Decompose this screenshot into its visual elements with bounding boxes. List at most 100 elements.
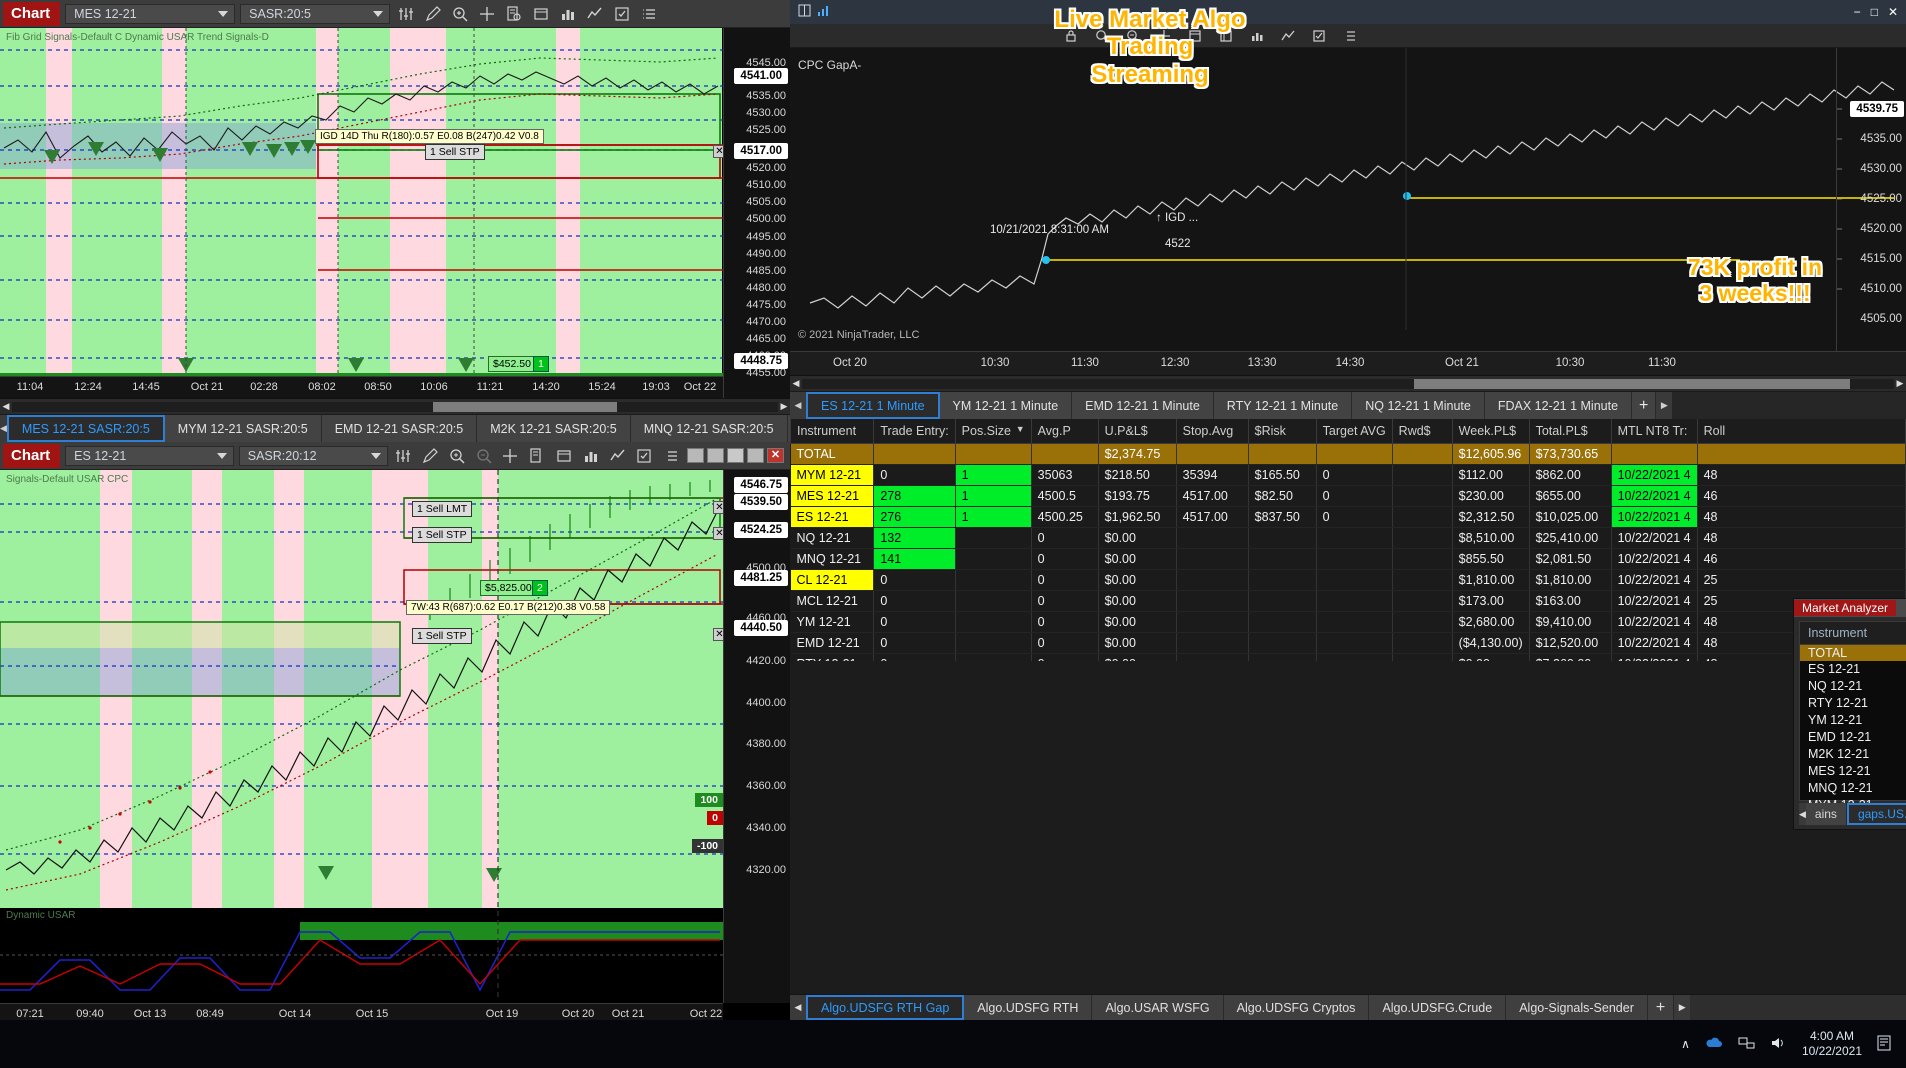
- strategies-icon[interactable]: [607, 445, 629, 467]
- table-row[interactable]: MES 12-21 278 1 4500.5 $193.75 4517.00 $82.50 0…: [790, 485, 1906, 507]
- col-rwd[interactable]: Rwd$: [1391, 419, 1453, 444]
- table-row[interactable]: MYM 12-21 0 1 35063 $218.50 35394 $165.50 0 $112…: [790, 464, 1906, 486]
- properties-icon[interactable]: [633, 445, 655, 467]
- table-row[interactable]: EMD 12-21 0 0 $0.00 ($4,130.00) $12,520.00 10/…: [790, 632, 1906, 654]
- time-axis-top[interactable]: 11:04 12:24 14:45 Oct 21 02:28 08:02 08:…: [0, 376, 723, 398]
- col-trade-entry[interactable]: Trade Entry:: [873, 419, 956, 444]
- indicators-icon[interactable]: [580, 445, 602, 467]
- ws-tab-udsfg-cryptos[interactable]: Algo.UDSFG Cryptos: [1223, 995, 1370, 1020]
- list-item[interactable]: M2K 12-21- IGU ✓: [1800, 746, 1906, 763]
- nt-chart-hscrollbar[interactable]: ◀ ▶: [790, 375, 1906, 391]
- scroll-thumb[interactable]: [1413, 378, 1851, 389]
- signal-icon[interactable]: [817, 4, 830, 20]
- chart-tab-emd[interactable]: EMD 12-21 SASR:20:5: [321, 415, 478, 442]
- col-total-pl[interactable]: Total.PL$: [1528, 419, 1612, 444]
- list-item[interactable]: ES 12-21- IGD ✓: [1800, 661, 1906, 678]
- col-upl[interactable]: U.P&L$: [1097, 419, 1177, 444]
- tabs-scroll-left-icon[interactable]: ◀: [0, 415, 7, 442]
- properties-icon[interactable]: [1308, 25, 1330, 47]
- col-avg-p[interactable]: Avg.P: [1030, 419, 1099, 444]
- ma-col-instrument[interactable]: Instrument ▲: [1800, 622, 1906, 644]
- nt-tab-fdax[interactable]: FDAX 12-21 1 Minute: [1484, 392, 1633, 419]
- order-label-sell-lmt[interactable]: 1 Sell LMT: [412, 501, 473, 517]
- ws-tab-udsfg-rth-gap[interactable]: Algo.UDSFG RTH Gap: [806, 995, 965, 1020]
- volume-icon[interactable]: [1770, 1036, 1788, 1053]
- table-row[interactable]: YM 12-21 0 0 $0.00 $2,680.00 $9,410.00 10/22/2…: [790, 611, 1906, 633]
- drawing-tools-icon[interactable]: [422, 3, 444, 25]
- network-icon[interactable]: [1738, 1036, 1756, 1053]
- ws-tab-udsfg-rth[interactable]: Algo.UDSFG RTH: [964, 995, 1093, 1020]
- tabs-scroll-right-icon[interactable]: ▶: [1656, 392, 1673, 419]
- add-nt-tab-button[interactable]: +: [1632, 392, 1657, 419]
- close-icon[interactable]: ✕: [1888, 5, 1898, 19]
- col-mtl[interactable]: MTL NT8 Tr:: [1610, 419, 1698, 444]
- col-stop-avg[interactable]: Stop.Avg: [1175, 419, 1249, 444]
- restore-button[interactable]: [687, 448, 704, 463]
- table-row[interactable]: ES 12-21 276 1 4500.25 $1,962.50 4517.00 $837.…: [790, 506, 1906, 528]
- nt-time-axis[interactable]: Oct 20 10:30 11:30 12:30 13:30 14:30 Oct…: [790, 351, 1906, 375]
- list-item[interactable]: NQ 12-21- IGD ✓: [1800, 678, 1906, 695]
- list-item[interactable]: RTY 12-21- IGU ✓: [1800, 695, 1906, 712]
- scroll-right-icon[interactable]: ▶: [1894, 378, 1906, 389]
- list-item[interactable]: EMD 12-21- IGD ✓: [1800, 729, 1906, 746]
- data-series-icon[interactable]: [393, 445, 415, 467]
- order-label-sell-stp-2[interactable]: 1 Sell STP: [412, 628, 472, 644]
- zoom-in-icon[interactable]: [449, 3, 471, 25]
- nt-tab-ym[interactable]: YM 12-21 1 Minute: [939, 392, 1073, 419]
- list-item[interactable]: MNQ 12-21- IGD ✓: [1800, 780, 1906, 797]
- nt-tab-nq[interactable]: NQ 12-21 1 Minute: [1352, 392, 1485, 419]
- list-item[interactable]: TOTAL: [1800, 645, 1906, 661]
- show-hidden-icons-icon[interactable]: ∧: [1681, 1037, 1690, 1051]
- grid-icon[interactable]: [798, 4, 811, 20]
- table-row[interactable]: CL 12-21 0 0 $0.00 $1,810.00 $1,810.00 10/22/2…: [790, 569, 1906, 591]
- nt-tab-es[interactable]: ES 12-21 1 Minute: [806, 392, 940, 419]
- close-button[interactable]: ✕: [767, 448, 784, 463]
- nt-chart-canvas[interactable]: CPC GapA- ↑ IGD ... 10/21/2021 8:31:00 A…: [790, 48, 1906, 375]
- market-analyzer-window[interactable]: Market Analyzer ✕ Instrument ▲ MTL Gap: [1793, 598, 1906, 830]
- minimize-icon[interactable]: −: [1854, 5, 1861, 19]
- interval-selector-bottom[interactable]: SASR:20:12: [238, 445, 388, 466]
- col-week-pl[interactable]: Week.PL$: [1451, 419, 1530, 444]
- instrument-selector-top[interactable]: MES 12-21: [65, 3, 236, 24]
- interval-selector-top[interactable]: SASR:20:5: [240, 3, 391, 24]
- data-box-icon[interactable]: [530, 3, 552, 25]
- chart-canvas-top[interactable]: Fib Grid Signals-Default C Dynamic USAR …: [0, 28, 790, 398]
- price-axis-top[interactable]: 4545.00 4535.00 4530.00 4525.00 4520.00 …: [723, 28, 790, 398]
- strategies-icon[interactable]: [584, 3, 606, 25]
- maximize-icon[interactable]: □: [1871, 5, 1878, 19]
- onedrive-icon[interactable]: [1704, 1036, 1724, 1053]
- ws-tab-udsfg-crude[interactable]: Algo.UDSFG.Crude: [1369, 995, 1507, 1020]
- minimize-button[interactable]: [727, 448, 744, 463]
- scroll-track[interactable]: [12, 401, 778, 412]
- data-series-icon[interactable]: [395, 3, 417, 25]
- scroll-track[interactable]: [802, 378, 1894, 389]
- col-instrument[interactable]: Instrument: [790, 419, 875, 444]
- data-box-icon[interactable]: [553, 445, 575, 467]
- maximize-button[interactable]: [747, 448, 764, 463]
- positions-table-container[interactable]: Instrument Trade Entry: Pos.Size ▼ Avg.P…: [790, 419, 1906, 661]
- order-label-sell-stp[interactable]: 1 Sell STP: [425, 144, 485, 160]
- col-pos-size[interactable]: Pos.Size ▼: [954, 419, 1032, 444]
- crosshair-icon[interactable]: [500, 445, 522, 467]
- table-row[interactable]: MNQ 12-21 141 0 $0.00 $855.50 $2,081.50 10/22/…: [790, 548, 1906, 570]
- nt-tab-emd[interactable]: EMD 12-21 1 Minute: [1072, 392, 1214, 419]
- table-row[interactable]: MCL 12-21 0 0 $0.00 $173.00 $163.00 10/22/2021…: [790, 590, 1906, 612]
- scroll-thumb[interactable]: [433, 401, 618, 412]
- clock[interactable]: 4:00 AM 10/22/2021: [1802, 1029, 1862, 1059]
- ma-tab-ains[interactable]: ains: [1805, 803, 1847, 825]
- col-roll[interactable]: Roll: [1696, 419, 1906, 444]
- chart-tab-mym[interactable]: MYM 12-21 SASR:20:5: [164, 415, 322, 442]
- list-item[interactable]: YM 12-21- IGD ✓: [1800, 712, 1906, 729]
- list-icon[interactable]: [660, 445, 682, 467]
- ws-tab-algo-signals-sender[interactable]: Algo-Signals-Sender: [1506, 995, 1648, 1020]
- table-row[interactable]: RTY 12-2100$0.00$0.00$7,260.0010/22/2021…: [790, 653, 1906, 661]
- zoom-out-icon[interactable]: [473, 445, 495, 467]
- table-row[interactable]: NQ 12-21 132 0 $0.00 $8,510.00 $25,410.00 10/2…: [790, 527, 1906, 549]
- scroll-left-icon[interactable]: ◀: [0, 401, 12, 412]
- col-target-avg[interactable]: Target AVG: [1315, 419, 1393, 444]
- ws-add-tab-button[interactable]: +: [1647, 995, 1675, 1020]
- ma-tabs-scroll-left-icon[interactable]: ◀: [1799, 803, 1806, 825]
- col-risk[interactable]: $Risk: [1247, 419, 1317, 444]
- zoom-in-icon[interactable]: [446, 445, 468, 467]
- chart-template-icon[interactable]: [503, 3, 525, 25]
